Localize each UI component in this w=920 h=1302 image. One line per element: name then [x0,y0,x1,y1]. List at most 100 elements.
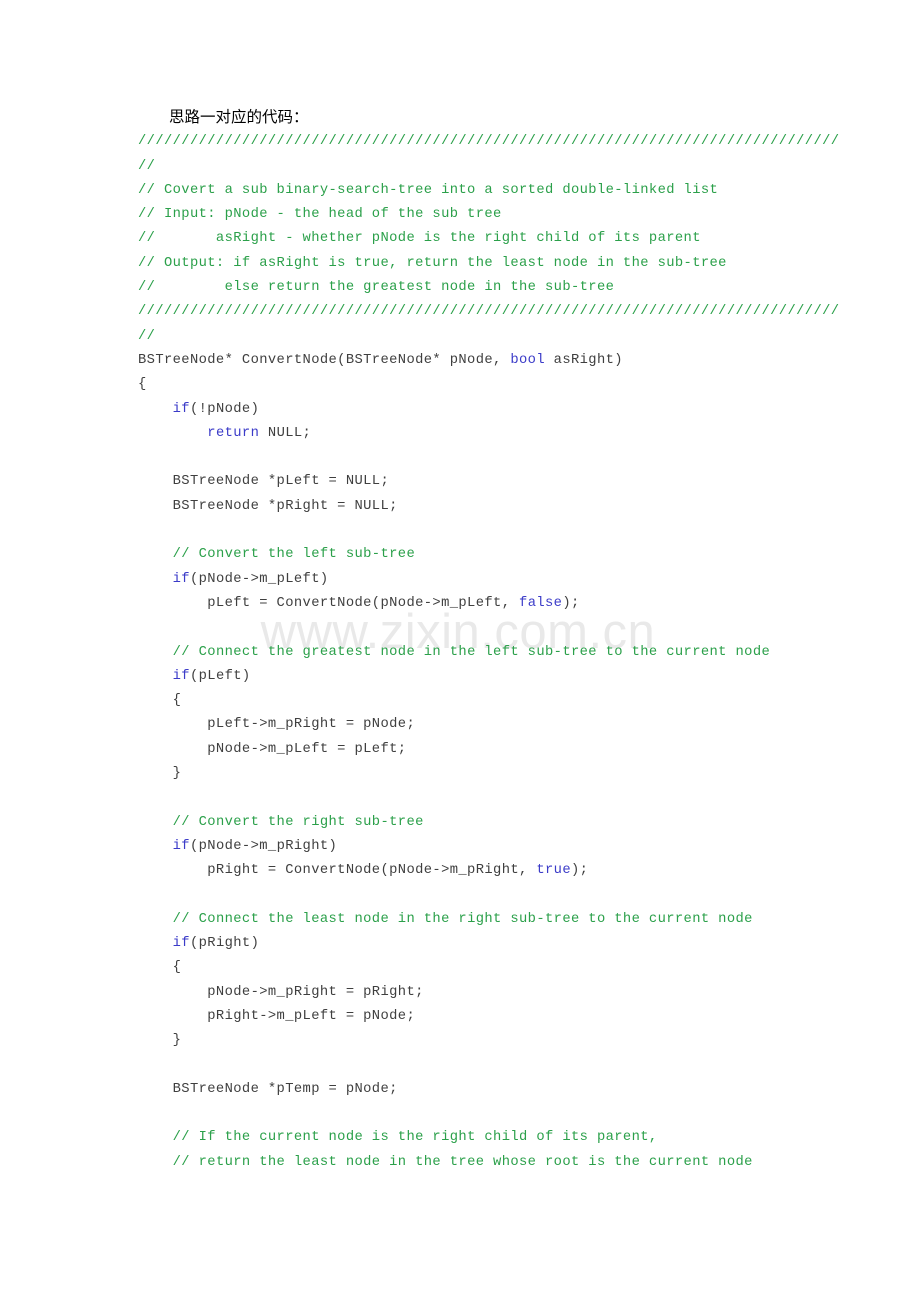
code-line: BSTreeNode* ConvertNode(BSTreeNode* pNod… [138,349,838,373]
code-line: ////////////////////////////////////////… [138,130,840,154]
code-keyword: if [172,668,190,684]
code-comment: // Convert the right sub-tree [172,814,424,830]
code-line: // If the current node is the right chil… [138,1126,838,1150]
code-text: { [138,693,182,709]
code-line: // Output: if asRight is true, return th… [138,252,838,276]
code-text: BSTreeNode *pLeft = NULL; [138,474,390,490]
code-text: ); [562,595,580,611]
code-line: // Convert the right sub-tree [138,811,838,835]
code-comment: // asRight - whether pNode is the right … [138,231,701,247]
code-keyword: if [172,838,190,854]
code-keyword: return [207,425,260,441]
code-text: } [138,766,182,782]
code-text: { [138,960,182,976]
code-line: // Connect the least node in the right s… [138,908,838,932]
code-line [138,616,838,640]
code-line: ////////////////////////////////////////… [138,300,840,324]
code-comment: // else return the greatest node in the … [138,280,615,296]
code-text: ); [570,863,589,879]
code-line: pLeft->m_pRight = pNode; [138,713,838,737]
code-text: (pNode->m_pLeft) [189,571,329,587]
code-line: { [138,956,838,980]
code-line: // [138,155,838,179]
code-comment: // Connect the least node in the right s… [172,911,753,927]
code-text: (pLeft) [189,668,251,684]
code-line: // asRight - whether pNode is the right … [138,227,838,251]
code-comment: // Input: pNode - the head of the sub tr… [138,207,502,223]
document-content: 思路一对应的代码： //////////////////////////////… [138,106,840,1175]
code-comment: // [138,328,156,344]
code-text: pNode->m_pLeft = pLeft; [138,741,407,757]
code-text: (pNode->m_pRight) [189,838,338,854]
code-comment: // Connect the greatest node in the left… [172,644,771,660]
code-text: asRight) [545,352,623,368]
code-line [138,446,838,470]
code-comment: // If the current node is the right chil… [172,1130,658,1146]
code-block: ////////////////////////////////////////… [138,130,840,1175]
code-text: pLeft->m_pRight = pNode; [138,717,416,733]
code-text: pNode->m_pRight = pRight; [138,984,424,1000]
code-line: } [138,762,838,786]
code-line: pNode->m_pLeft = pLeft; [138,738,838,762]
code-comment: ////////////////////////////////////////… [138,304,840,320]
code-line: { [138,689,838,713]
code-comment: // Output: if asRight is true, return th… [138,255,727,271]
code-line: if(pNode->m_pRight) [138,835,838,859]
code-keyword: true [536,863,571,879]
code-text: } [138,1033,182,1049]
code-text: pRight->m_pLeft = pNode; [138,1008,416,1024]
code-comment: ////////////////////////////////////////… [138,134,840,150]
code-line: if(!pNode) [138,398,838,422]
code-line: // else return the greatest node in the … [138,276,838,300]
code-comment: // Convert the left sub-tree [172,547,416,563]
code-text: (pRight) [189,936,260,952]
code-line: pRight->m_pLeft = pNode; [138,1005,838,1029]
code-keyword: if [172,936,190,952]
code-line: if(pRight) [138,932,838,956]
code-line: BSTreeNode *pRight = NULL; [138,495,838,519]
code-line: if(pNode->m_pLeft) [138,568,838,592]
code-text: BSTreeNode *pTemp = pNode; [138,1081,398,1097]
code-line: // Convert the left sub-tree [138,543,838,567]
document-page: www.zixin.com.cn 思路一对应的代码： /////////////… [0,0,920,1302]
code-line: // Covert a sub binary-search-tree into … [138,179,838,203]
code-line [138,1054,838,1078]
code-line [138,786,838,810]
code-line: if(pLeft) [138,665,838,689]
code-text: BSTreeNode *pRight = NULL; [138,498,398,514]
code-comment: // return the least node in the tree who… [172,1154,753,1170]
code-keyword: false [519,595,563,611]
section-heading-cjk: 思路一对应的代码： [169,109,309,126]
code-line: // Connect the greatest node in the left… [138,641,838,665]
code-line [138,884,838,908]
code-line [138,519,838,543]
code-text: { [138,377,147,393]
code-line: // [138,325,838,349]
code-comment: // [138,158,156,174]
code-line: return NULL; [138,422,838,446]
code-text: pRight = ConvertNode(pNode->m_pRight, [138,863,537,879]
code-keyword: if [172,401,190,417]
code-text: NULL; [259,425,312,441]
code-line: // return the least node in the tree who… [138,1151,838,1175]
code-line: BSTreeNode *pTemp = pNode; [138,1078,838,1102]
code-line: pLeft = ConvertNode(pNode->m_pLeft, fals… [138,592,838,616]
